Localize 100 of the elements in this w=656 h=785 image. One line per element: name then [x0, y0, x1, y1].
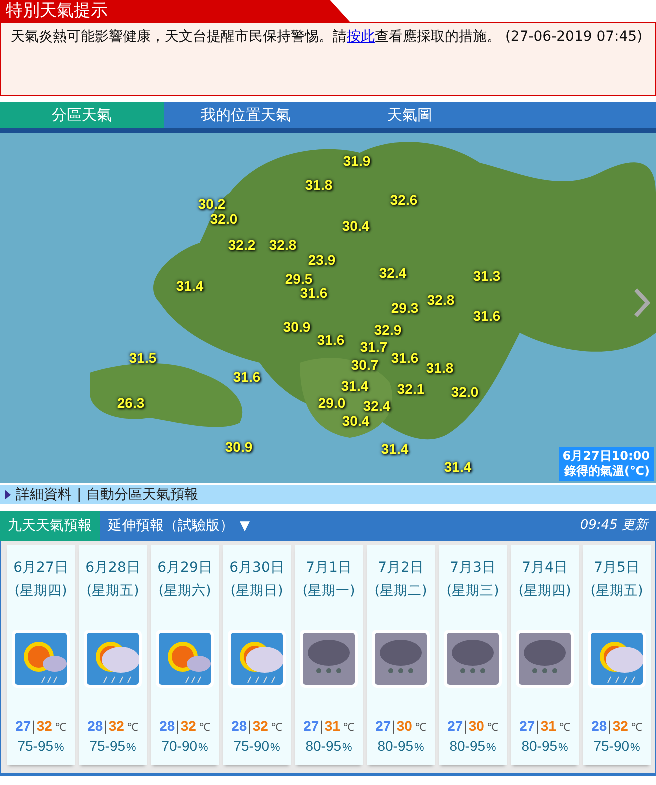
- separator: |: [176, 718, 180, 734]
- rain-cloud-icon: [444, 630, 502, 688]
- max-temperature: 32: [108, 718, 124, 734]
- temperature-label: 32.4: [379, 265, 407, 281]
- max-temperature: 32: [36, 718, 52, 734]
- max-temperature: 32: [252, 718, 268, 734]
- temperature-label: 31.5: [129, 350, 157, 366]
- temperature-label: 32.0: [451, 384, 479, 400]
- max-temperature: 32: [180, 718, 196, 734]
- humidity-unit: %: [414, 742, 424, 754]
- temperature-label: 30.9: [225, 439, 253, 455]
- temperature-unit: ℃: [55, 721, 66, 734]
- temperature-label: 31.4: [176, 278, 204, 294]
- humidity-range: 80-95: [450, 738, 486, 754]
- forecast-date: 6月27日: [14, 559, 68, 577]
- min-temperature: 27: [304, 718, 320, 734]
- temperature-label: 30.4: [342, 413, 370, 429]
- max-temperature: 30: [396, 718, 412, 734]
- forecast-weekday: (星期五): [86, 582, 140, 600]
- sun-cloud-rain-icon: [588, 630, 646, 688]
- min-temperature: 27: [448, 718, 464, 734]
- temperature-label: 31.9: [343, 153, 371, 169]
- humidity-unit: %: [54, 742, 64, 754]
- forecast-weekday: (星期三): [446, 582, 500, 600]
- info-link[interactable]: 自動分區天氣預報: [86, 486, 199, 504]
- forecast-date: 7月5日: [594, 559, 640, 577]
- forecast-weekday: (星期五): [590, 582, 644, 600]
- min-temperature: 28: [160, 718, 176, 734]
- temperature-label: 31.6: [317, 332, 345, 348]
- min-temperature: 28: [592, 718, 608, 734]
- temperature-label: 32.4: [363, 398, 391, 414]
- temperature-label: 32.9: [374, 322, 402, 338]
- temperature-label: 32.6: [390, 192, 418, 208]
- min-temperature: 28: [232, 718, 248, 734]
- sun-cloud-rain-icon: [228, 630, 286, 688]
- temperature-label: 32.2: [228, 237, 256, 253]
- alert-message: 天氣炎熱可能影響健康，天文台提醒市民保持警惕。請按此查看應採取的措施。 (27-06-2019 07:45): [11, 29, 643, 45]
- temperature-unit: ℃: [127, 721, 138, 734]
- temperature-label: 31.8: [305, 177, 333, 193]
- forecast-weekday: (星期二): [374, 582, 428, 600]
- temperature-unit: ℃: [199, 721, 210, 734]
- temperature-label: 29.0: [318, 395, 346, 411]
- temperature-label: 29.5: [285, 271, 313, 287]
- temperature-label: 30.9: [283, 319, 311, 335]
- alert-link[interactable]: 按此: [347, 29, 375, 45]
- min-temperature: 27: [376, 718, 392, 734]
- humidity-range: 75-90: [594, 738, 630, 754]
- temperature-label: 30.7: [351, 357, 379, 373]
- temperature-label: 31.4: [444, 459, 472, 475]
- forecast-date: 6月28日: [86, 559, 140, 577]
- map-tab[interactable]: 分區天氣: [0, 102, 164, 128]
- temperature-unit: ℃: [487, 721, 498, 734]
- forecast-date: 7月3日: [450, 559, 496, 577]
- temperature-unit: ℃: [343, 721, 354, 734]
- map-tab[interactable]: 我的位置天氣: [164, 102, 328, 128]
- forecast-weekday: (星期日): [230, 582, 284, 600]
- rain-cloud-icon: [300, 630, 358, 688]
- temperature-label: 31.8: [426, 360, 454, 376]
- forecast-weekday: (星期一): [302, 582, 356, 600]
- separator: |: [320, 718, 324, 734]
- temperature-label: 31.3: [473, 268, 501, 284]
- humidity-unit: %: [486, 742, 496, 754]
- separator: |: [104, 718, 108, 734]
- temperature-unit: ℃: [559, 721, 570, 734]
- temperature-label: 31.6: [391, 350, 419, 366]
- forecast-weekday: (星期四): [518, 582, 572, 600]
- max-temperature: 32: [612, 718, 628, 734]
- info-link[interactable]: 詳細資料: [16, 486, 72, 504]
- separator: |: [77, 486, 82, 502]
- map-tab[interactable]: 天氣圖: [328, 102, 492, 128]
- max-temperature: 31: [324, 718, 340, 734]
- forecast-date: 7月1日: [306, 559, 352, 577]
- temperature-label: 32.1: [397, 381, 425, 397]
- dropdown-arrow[interactable]: ▼: [240, 519, 250, 534]
- forecast-tab[interactable]: 延伸預報（試驗版） ▼: [100, 511, 258, 541]
- temperature-unit: ℃: [271, 721, 282, 734]
- humidity-range: 70-90: [162, 738, 198, 754]
- sun-cloud-rain-icon: [12, 630, 70, 688]
- max-temperature: 30: [468, 718, 484, 734]
- forecast-date: 7月2日: [378, 559, 424, 577]
- sun-cloud-rain-icon: [156, 630, 214, 688]
- min-temperature: 28: [88, 718, 104, 734]
- humidity-unit: %: [342, 742, 352, 754]
- temperature-label: 29.3: [391, 300, 419, 316]
- separator: |: [392, 718, 396, 734]
- rain-cloud-icon: [516, 630, 574, 688]
- separator: |: [608, 718, 612, 734]
- temperature-label: 31.4: [381, 441, 409, 457]
- forecast-tab[interactable]: 九天天氣預報: [0, 511, 100, 541]
- humidity-unit: %: [558, 742, 568, 754]
- temperature-label: 31.6: [233, 369, 261, 385]
- humidity-range: 80-95: [378, 738, 414, 754]
- max-temperature: 31: [540, 718, 556, 734]
- humidity-range: 75-95: [90, 738, 126, 754]
- temperature-label: 26.3: [117, 395, 145, 411]
- humidity-range: 80-95: [522, 738, 558, 754]
- temperature-label: 30.4: [342, 218, 370, 234]
- forecast-weekday: (星期六): [158, 582, 212, 600]
- rain-cloud-icon: [372, 630, 430, 688]
- temperature-label: 32.0: [210, 211, 238, 227]
